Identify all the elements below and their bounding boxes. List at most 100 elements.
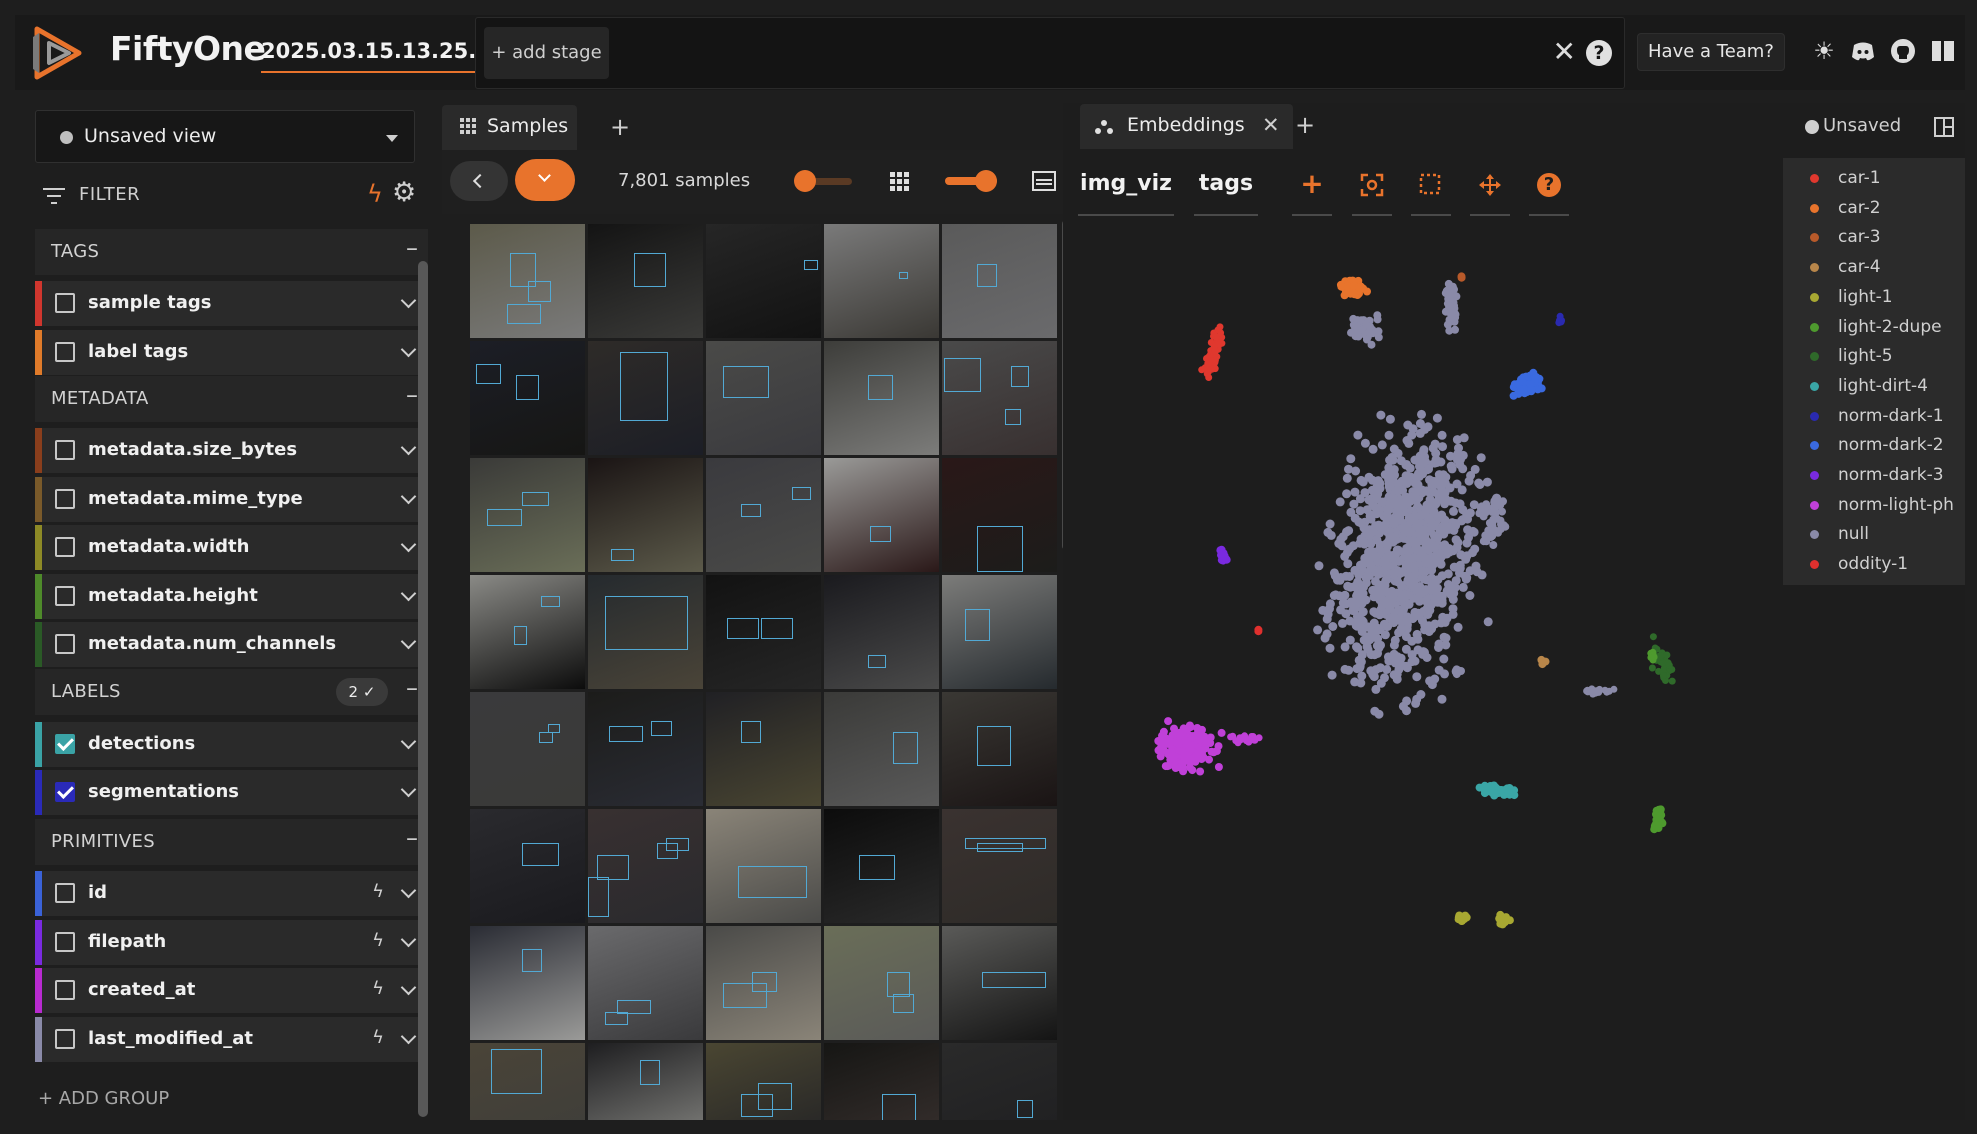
view-selector[interactable]: Unsaved view xyxy=(35,110,415,163)
lightning-icon[interactable]: ϟ xyxy=(367,180,383,208)
sample-thumbnail[interactable] xyxy=(824,575,939,689)
sample-thumbnail[interactable] xyxy=(942,809,1057,923)
field-row[interactable]: segmentations xyxy=(35,770,428,815)
field-row[interactable]: last_modified_at ϟ xyxy=(35,1016,428,1062)
sample-thumbnail[interactable] xyxy=(470,692,585,806)
chevron-down-icon[interactable] xyxy=(400,733,417,750)
add-group-button[interactable]: + ADD GROUP xyxy=(38,1088,169,1109)
add-tab-icon[interactable]: + xyxy=(610,113,630,141)
legend-item[interactable]: car-4 xyxy=(1783,255,1965,284)
cluster-light-2-dupe[interactable] xyxy=(1650,805,1667,834)
sample-thumbnail[interactable] xyxy=(588,341,703,455)
sample-thumbnail[interactable] xyxy=(706,692,821,806)
sample-thumbnail[interactable] xyxy=(470,926,585,1040)
chevron-down-icon[interactable] xyxy=(400,781,417,798)
chevron-down-icon[interactable] xyxy=(400,488,417,504)
layout-icon[interactable] xyxy=(1032,171,1056,191)
tab-embeddings[interactable]: Embeddings ✕ xyxy=(1080,104,1293,149)
sidebar-scrollbar[interactable] xyxy=(418,261,428,1117)
sample-thumbnail[interactable] xyxy=(470,224,585,338)
help-button[interactable]: ? xyxy=(1529,158,1569,216)
cluster-car-2[interactable] xyxy=(1336,276,1371,300)
field-row[interactable]: metadata.num_channels xyxy=(35,622,428,667)
tab-samples[interactable]: Samples xyxy=(442,105,577,150)
legend-item[interactable]: norm-dark-3 xyxy=(1783,463,1965,492)
field-checkbox[interactable] xyxy=(55,585,75,606)
sample-thumbnail[interactable] xyxy=(942,692,1057,806)
close-tab-icon[interactable]: ✕ xyxy=(1262,113,1280,137)
field-row[interactable]: metadata.height xyxy=(35,573,428,619)
sample-thumbnail[interactable] xyxy=(588,692,703,806)
fit-view-button[interactable] xyxy=(1352,158,1392,216)
cluster-norm-light-ph[interactable] xyxy=(1154,717,1226,776)
cluster-light-1[interactable] xyxy=(1454,911,1471,926)
legend-item[interactable]: null xyxy=(1783,522,1965,551)
lasso-select-button[interactable] xyxy=(1411,158,1451,216)
sample-thumbnail[interactable] xyxy=(588,926,703,1040)
field-checkbox[interactable] xyxy=(55,1028,75,1049)
sample-thumbnail[interactable] xyxy=(588,575,703,689)
field-row[interactable]: metadata.width xyxy=(35,525,428,570)
add-plot-button[interactable]: + xyxy=(1292,158,1332,216)
field-row[interactable]: label tags xyxy=(35,330,428,375)
close-icon[interactable]: ✕ xyxy=(1553,38,1576,66)
sample-thumbnail[interactable] xyxy=(824,341,939,455)
brain-key-select[interactable]: img_viz xyxy=(1078,158,1174,216)
legend-item[interactable]: norm-light-ph xyxy=(1783,493,1965,522)
field-row[interactable]: created_at ϟ xyxy=(35,968,428,1013)
chevron-down-icon[interactable] xyxy=(400,633,417,650)
github-icon[interactable] xyxy=(1889,37,1917,65)
dataset-name[interactable]: 2025.03.15.13.25.55 xyxy=(261,39,506,73)
field-checkbox[interactable] xyxy=(55,980,75,1000)
sample-thumbnail[interactable] xyxy=(470,458,585,572)
collapse-icon[interactable]: – xyxy=(406,234,418,262)
chevron-down-icon[interactable] xyxy=(400,979,417,996)
split-layout-icon[interactable] xyxy=(1934,117,1954,137)
section-metadata[interactable]: METADATA – xyxy=(35,376,428,422)
add-tab-icon[interactable]: + xyxy=(1295,111,1315,139)
sample-thumbnail[interactable] xyxy=(706,926,821,1040)
pan-button[interactable] xyxy=(1470,158,1510,216)
lightning-icon[interactable]: ϟ xyxy=(372,930,384,951)
cluster-light-dirt-4[interactable] xyxy=(1475,781,1519,800)
legend-item[interactable]: light-dirt-4 xyxy=(1783,374,1965,403)
legend-item[interactable]: light-1 xyxy=(1783,285,1965,314)
chevron-down-icon[interactable] xyxy=(400,882,417,899)
cluster-norm-light-ph[interactable] xyxy=(1227,732,1263,747)
cluster-null[interactable] xyxy=(1475,495,1510,549)
cluster-light-1[interactable] xyxy=(1495,910,1514,929)
embeddings-scatter-plot[interactable] xyxy=(1063,218,1783,1118)
cluster-null[interactable] xyxy=(1451,665,1465,679)
cluster-null[interactable] xyxy=(1313,409,1502,719)
labels-count-badge[interactable]: 2 ✓ xyxy=(336,678,388,706)
field-row[interactable]: metadata.size_bytes xyxy=(35,428,428,473)
collapse-icon[interactable]: – xyxy=(406,674,418,702)
sample-thumbnail[interactable] xyxy=(470,809,585,923)
sample-thumbnail[interactable] xyxy=(588,809,703,923)
sample-thumbnail[interactable] xyxy=(470,575,585,689)
field-row[interactable]: id ϟ xyxy=(35,871,428,916)
cluster-null[interactable] xyxy=(1583,685,1618,698)
sample-thumbnail[interactable] xyxy=(706,1043,821,1120)
grid-size-slider[interactable] xyxy=(945,170,1005,192)
sun-icon[interactable]: ☀ xyxy=(1810,37,1838,65)
cluster-car-1[interactable] xyxy=(1198,323,1226,381)
sample-thumbnail[interactable] xyxy=(706,341,821,455)
sample-thumbnail[interactable] xyxy=(942,224,1057,338)
field-row[interactable]: sample tags xyxy=(35,281,428,326)
cluster-oddity-1[interactable] xyxy=(1254,625,1263,636)
cluster-norm-dark-3[interactable] xyxy=(1216,545,1231,565)
field-row[interactable]: metadata.mime_type xyxy=(35,476,428,522)
have-a-team-button[interactable]: Have a Team? xyxy=(1637,33,1785,71)
legend-item[interactable]: light-2-dupe xyxy=(1783,315,1965,344)
chevron-down-icon[interactable] xyxy=(400,536,417,553)
legend-item[interactable]: oddity-1 xyxy=(1783,552,1965,581)
field-checkbox[interactable] xyxy=(55,931,75,952)
field-checkbox[interactable] xyxy=(55,734,75,754)
field-checkbox[interactable] xyxy=(55,782,75,802)
field-checkbox[interactable] xyxy=(55,634,75,654)
cluster-null[interactable] xyxy=(1441,279,1461,335)
grid-view-icon[interactable] xyxy=(890,172,910,192)
sample-thumbnail[interactable] xyxy=(588,224,703,338)
cluster-norm-dark-2[interactable] xyxy=(1509,368,1546,400)
